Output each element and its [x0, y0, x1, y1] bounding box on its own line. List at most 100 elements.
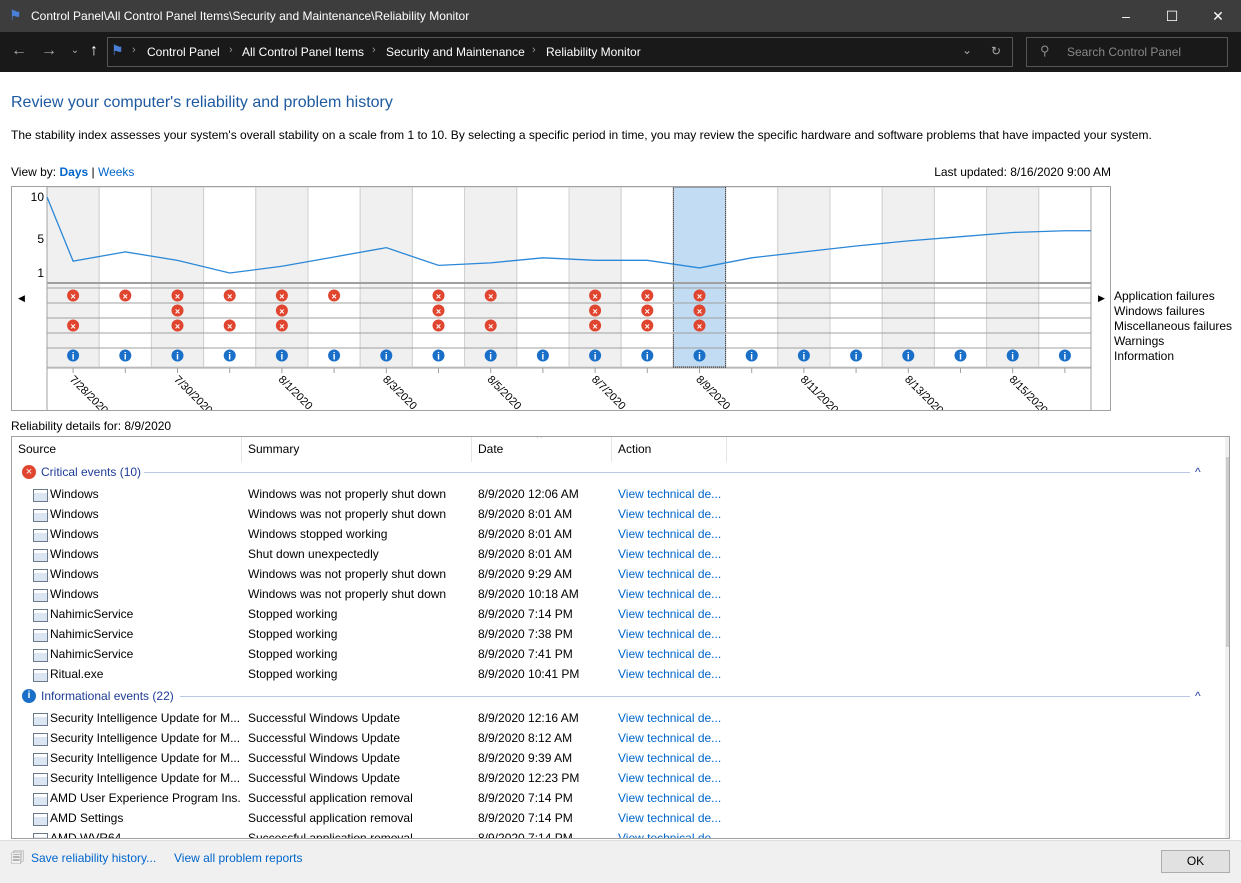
day-column[interactable]	[359, 186, 413, 368]
action-link-cell[interactable]: View technical de...	[618, 748, 728, 768]
table-row[interactable]: Security Intelligence Update for M... Suc…	[12, 748, 1212, 768]
action-link-cell[interactable]: View technical de...	[618, 544, 728, 564]
application-icon	[33, 809, 50, 829]
icon-glyph: ×	[697, 292, 702, 302]
date-label: 7/28/2020	[67, 374, 110, 410]
table-row[interactable]: AMD User Experience Program Ins... Succes…	[12, 788, 1212, 808]
forward-button[interactable]: →	[38, 40, 60, 62]
table-row[interactable]: NahimicService Stopped working 8/9/2020 7:…	[12, 604, 1212, 624]
group-header[interactable]: × Critical events (10) ^	[12, 462, 1212, 482]
table-row[interactable]: Windows Windows was not properly shut dow…	[12, 504, 1212, 524]
scroll-up-icon[interactable]: ⌃	[1229, 439, 1230, 450]
column-header-summary[interactable]: Summary	[242, 437, 472, 462]
day-column[interactable]	[986, 186, 1040, 368]
scroll-right-arrow-icon[interactable]: ▶	[1098, 293, 1105, 303]
day-column[interactable]	[255, 186, 309, 368]
view-all-reports-link[interactable]: View all problem reports	[174, 851, 303, 865]
action-link-cell[interactable]: View technical de...	[618, 604, 728, 624]
ok-button[interactable]: OK	[1161, 850, 1230, 873]
view-days-link[interactable]: Days	[59, 165, 88, 179]
breadcrumb-all-items[interactable]: All Control Panel Items	[242, 45, 364, 59]
save-history-link[interactable]: Save reliability history...	[31, 851, 156, 865]
collapse-chevron-icon[interactable]: ^	[1195, 462, 1201, 482]
table-row[interactable]: Windows Windows was not properly shut dow…	[12, 564, 1212, 584]
day-column[interactable]	[307, 186, 361, 368]
day-column[interactable]	[464, 186, 518, 368]
table-row[interactable]: Windows Windows stopped working 8/9/2020 8…	[12, 524, 1212, 544]
day-column[interactable]	[203, 186, 257, 368]
search-input[interactable]: Search Control Panel	[1067, 45, 1181, 59]
action-link-cell[interactable]: View technical de...	[618, 564, 728, 584]
column-header-date[interactable]: Date	[472, 437, 612, 462]
action-link-cell[interactable]: View technical de...	[618, 524, 728, 544]
day-column[interactable]	[829, 186, 883, 368]
table-row[interactable]: Windows Windows was not properly shut dow…	[12, 484, 1212, 504]
day-column[interactable]	[568, 186, 622, 368]
action-link-cell[interactable]: View technical de...	[618, 624, 728, 644]
error-icon: ×	[693, 304, 706, 317]
view-weeks-link[interactable]: Weeks	[98, 165, 134, 179]
table-row[interactable]: NahimicService Stopped working 8/9/2020 7:…	[12, 644, 1212, 664]
day-column[interactable]	[98, 186, 152, 368]
table-row[interactable]: NahimicService Stopped working 8/9/2020 7:…	[12, 624, 1212, 644]
day-column[interactable]	[672, 186, 727, 368]
day-column[interactable]	[933, 186, 988, 368]
action-link-cell[interactable]: View technical de...	[618, 788, 728, 808]
table-row[interactable]: Security Intelligence Update for M... Suc…	[12, 708, 1212, 728]
search-box[interactable]: ⚲ Search Control Panel	[1026, 37, 1228, 67]
application-icon	[33, 665, 50, 685]
table-row[interactable]: AMD WVR64 Successful application removal 8…	[12, 828, 1212, 838]
action-link-cell[interactable]: View technical de...	[618, 584, 728, 604]
action-link-cell[interactable]: View technical de...	[618, 504, 728, 524]
scrollbar-thumb[interactable]	[1226, 457, 1229, 647]
date-cell: 8/9/2020 8:01 AM	[478, 547, 573, 561]
table-row[interactable]: Windows Shut down unexpectedly 8/9/2020 8:…	[12, 544, 1212, 564]
column-header-source[interactable]: Source	[12, 437, 242, 462]
scroll-left-arrow-icon[interactable]: ◀	[18, 293, 25, 303]
action-link-cell[interactable]: View technical de...	[618, 828, 728, 838]
collapse-chevron-icon[interactable]: ^	[1195, 686, 1201, 706]
action-link-cell[interactable]: View technical de...	[618, 768, 728, 788]
up-button[interactable]: ↑	[83, 40, 105, 62]
day-column[interactable]	[411, 186, 466, 368]
reliability-chart[interactable]: 10 5 1 × × × × × × × × × × × × × × × × × × × × × × × × × × i i i i i i i i i i…	[11, 186, 1111, 417]
back-button[interactable]: ←	[8, 40, 30, 62]
table-row[interactable]: Security Intelligence Update for M... Suc…	[12, 768, 1212, 788]
day-column[interactable]	[150, 186, 205, 368]
scroll-down-icon[interactable]: ⌄	[1229, 821, 1230, 832]
breadcrumb-separator: ›	[229, 44, 233, 56]
day-column[interactable]	[516, 186, 570, 368]
day-column[interactable]	[725, 186, 779, 368]
table-row[interactable]: Security Intelligence Update for M... Suc…	[12, 728, 1212, 748]
day-column[interactable]	[620, 186, 674, 368]
day-column[interactable]	[777, 186, 831, 368]
day-column[interactable]	[881, 186, 935, 368]
action-link-cell[interactable]: View technical de...	[618, 644, 728, 664]
summary-cell: Successful Windows Update	[248, 771, 401, 785]
maximize-button[interactable]: ☐	[1149, 0, 1195, 32]
refresh-icon[interactable]: ↻	[991, 44, 1001, 58]
address-bar[interactable]: ⚑ › Control Panel › All Control Panel It…	[107, 37, 1013, 67]
minimize-button[interactable]: –	[1103, 0, 1149, 32]
breadcrumb-security-maintenance[interactable]: Security and Maintenance	[386, 45, 525, 59]
table-row[interactable]: Windows Windows was not properly shut dow…	[12, 584, 1212, 604]
action-link-cell[interactable]: View technical de...	[618, 708, 728, 728]
action-link-cell[interactable]: View technical de...	[618, 808, 728, 828]
day-column[interactable]	[46, 186, 100, 368]
stability-chart-svg: 10 5 1 × × × × × × × × × × × × × × × × × × × × × × × × × × i i i i i i i i i i…	[18, 186, 1105, 417]
column-header-action[interactable]: Action	[612, 437, 727, 462]
vertical-scrollbar[interactable]: ⌃ ⌄	[1225, 437, 1230, 838]
address-dropdown-chevron-icon[interactable]: ⌄	[962, 43, 972, 57]
action-link-cell[interactable]: View technical de...	[618, 484, 728, 504]
table-row[interactable]: AMD Settings Successful application remov…	[12, 808, 1212, 828]
close-button[interactable]: ✕	[1195, 0, 1241, 32]
breadcrumb-reliability-monitor[interactable]: Reliability Monitor	[546, 45, 641, 59]
summary-cell: Shut down unexpectedly	[248, 547, 379, 561]
group-header[interactable]: i Informational events (22) ^	[12, 686, 1212, 706]
action-link-cell[interactable]: View technical de...	[618, 664, 728, 684]
breadcrumb-control-panel[interactable]: Control Panel	[147, 45, 220, 59]
group-divider	[180, 696, 1190, 697]
action-link-cell[interactable]: View technical de...	[618, 728, 728, 748]
table-row[interactable]: Ritual.exe Stopped working 8/9/2020 10:41 …	[12, 664, 1212, 684]
day-column[interactable]	[1038, 186, 1092, 368]
